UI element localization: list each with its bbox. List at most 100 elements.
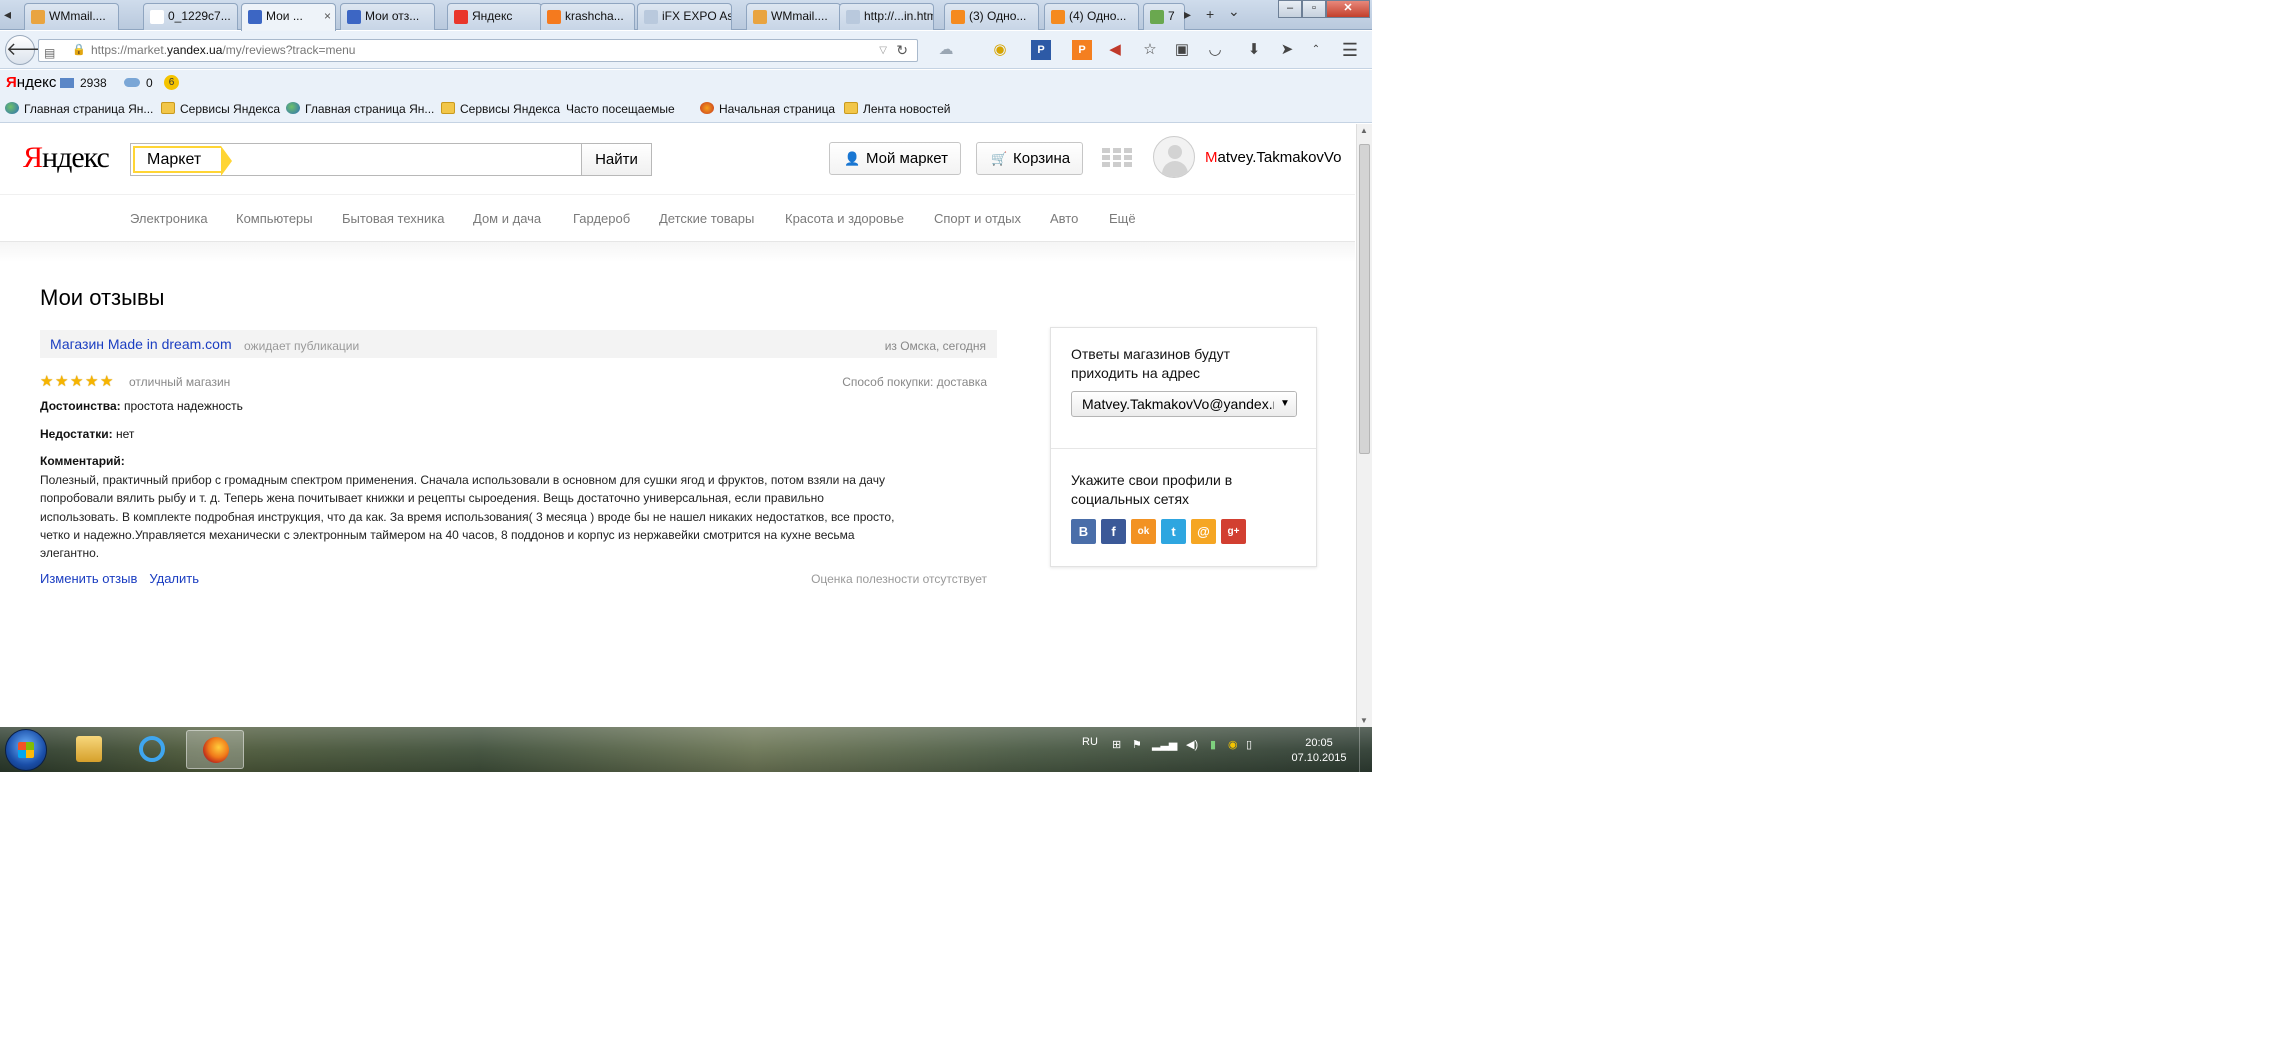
- category-link[interactable]: Дом и дача: [473, 211, 541, 226]
- twitter-icon[interactable]: t: [1161, 519, 1186, 544]
- bookmarks-menu-icon[interactable]: ▣: [1172, 40, 1192, 60]
- googleplus-icon[interactable]: g+: [1221, 519, 1246, 544]
- extension-p-icon[interactable]: P: [1031, 40, 1051, 60]
- mailru-icon[interactable]: @: [1191, 519, 1216, 544]
- tab-8[interactable]: http://...in.html: [839, 3, 934, 30]
- new-tab-button[interactable]: +: [1206, 6, 1214, 22]
- edit-review-link[interactable]: Изменить отзыв: [40, 571, 137, 586]
- page-info-icon[interactable]: ▤: [44, 43, 55, 64]
- page-scrollbar[interactable]: ▲ ▼: [1356, 124, 1372, 727]
- bookmark-star-icon[interactable]: ☆: [1140, 40, 1160, 60]
- scrollbar-thumb[interactable]: [1359, 144, 1370, 454]
- category-link[interactable]: Красота и здоровье: [785, 211, 904, 226]
- start-button[interactable]: [5, 729, 47, 771]
- tab-10[interactable]: (4) Одно...: [1044, 3, 1139, 30]
- folder-icon: [441, 102, 455, 114]
- page-viewport: Яндекс Маркет Найти 👤 Мой маркет 🛒 Корзина…: [0, 124, 1355, 727]
- tray-shield-icon[interactable]: ▮: [1210, 738, 1216, 751]
- cart-button[interactable]: 🛒 Корзина: [976, 142, 1084, 175]
- category-link[interactable]: Бытовая техника: [342, 211, 444, 226]
- taskbar-ie-button[interactable]: [123, 730, 181, 769]
- email-select[interactable]: Matvey.TakmakovVo@yandex.ru ▼: [1071, 391, 1297, 417]
- weather-icon[interactable]: ☁: [936, 40, 956, 60]
- tab-2[interactable]: Мои ... ×: [241, 3, 336, 31]
- category-link[interactable]: Детские товары: [659, 211, 754, 226]
- url-history-dropdown-icon[interactable]: ▽: [879, 40, 887, 61]
- bookmark-item[interactable]: Часто посещаемые: [566, 96, 675, 123]
- search-button[interactable]: Найти: [581, 143, 652, 176]
- bookmark-item[interactable]: Сервисы Яндекса: [441, 96, 560, 123]
- facebook-icon[interactable]: f: [1101, 519, 1126, 544]
- pocket-icon[interactable]: ◡: [1205, 40, 1225, 60]
- overflow-chevron-icon[interactable]: ⌃: [1306, 40, 1326, 60]
- tray-windows-icon[interactable]: ⊞: [1112, 738, 1121, 751]
- tab-11[interactable]: 7: [1143, 3, 1185, 30]
- username[interactable]: Matvey.TakmakovVo: [1205, 149, 1341, 166]
- mail-counter[interactable]: 2938: [60, 76, 107, 90]
- minimize-button[interactable]: –: [1278, 0, 1302, 18]
- extension-orange-icon[interactable]: P: [1072, 40, 1092, 60]
- bonus-badge[interactable]: 6: [164, 74, 179, 90]
- category-link[interactable]: Компьютеры: [236, 211, 313, 226]
- hamburger-menu-icon[interactable]: ☰: [1340, 40, 1360, 60]
- yandex-bar-icon[interactable]: ◉: [990, 40, 1010, 60]
- yandex-logo[interactable]: Яндекс: [23, 141, 110, 175]
- tabs-scroll-right-icon[interactable]: ▸: [1184, 6, 1191, 23]
- tray-yandex-icon[interactable]: ◉: [1228, 738, 1238, 751]
- delete-review-link[interactable]: Удалить: [149, 571, 199, 586]
- my-market-button[interactable]: 👤 Мой маркет: [829, 142, 961, 175]
- apps-grid-icon[interactable]: [1102, 148, 1132, 168]
- tab-4[interactable]: Яндекс: [447, 3, 542, 30]
- downloads-icon[interactable]: ⬇: [1244, 40, 1264, 60]
- tab-7[interactable]: WMmail....: [746, 3, 841, 30]
- close-tab-icon[interactable]: ×: [324, 4, 331, 29]
- tab-1[interactable]: 0_1229c7...: [143, 3, 238, 30]
- bookmark-item[interactable]: Начальная страница: [700, 96, 835, 123]
- header-shadow: [0, 242, 1355, 262]
- tab-5[interactable]: krashcha...: [540, 3, 635, 30]
- address-bar[interactable]: ▤ 🔒 https://market.yandex.ua/my/reviews?…: [38, 39, 918, 62]
- yandex-toolbar-logo[interactable]: Яндекс: [6, 74, 56, 91]
- tab-9[interactable]: (3) Одно...: [944, 3, 1039, 30]
- language-indicator[interactable]: RU: [1082, 736, 1098, 748]
- dropdown-arrow-icon: ▼: [1274, 392, 1296, 416]
- odnoklassniki-icon[interactable]: ok: [1131, 519, 1156, 544]
- taskbar-firefox-button[interactable]: [186, 730, 244, 769]
- tab-3[interactable]: Мои отз...: [340, 3, 435, 30]
- disk-counter[interactable]: 0: [124, 76, 153, 90]
- vkontakte-icon[interactable]: В: [1071, 519, 1096, 544]
- bookmark-item[interactable]: Главная страница Ян...: [5, 96, 153, 123]
- send-icon[interactable]: ➤: [1277, 40, 1297, 60]
- category-link[interactable]: Электроника: [130, 211, 208, 226]
- scroll-up-icon[interactable]: ▲: [1360, 126, 1368, 135]
- bookmark-item[interactable]: Лента новостей: [844, 96, 951, 123]
- category-link[interactable]: Спорт и отдых: [934, 211, 1021, 226]
- category-link[interactable]: Авто: [1050, 211, 1078, 226]
- category-link[interactable]: Гардероб: [573, 211, 630, 226]
- system-clock[interactable]: 20:05 07.10.2015: [1284, 736, 1354, 766]
- tray-volume-icon[interactable]: ◀): [1186, 738, 1198, 751]
- category-link[interactable]: Ещё: [1109, 211, 1136, 226]
- back-button[interactable]: 🡐: [5, 35, 54, 65]
- tabs-menu-icon[interactable]: ⌄: [1228, 3, 1240, 20]
- maximize-button[interactable]: ▫: [1302, 0, 1326, 18]
- taskbar-explorer-button[interactable]: [60, 730, 118, 769]
- show-desktop-button[interactable]: [1359, 727, 1372, 772]
- scroll-down-icon[interactable]: ▼: [1360, 716, 1368, 725]
- search-input[interactable]: Маркет: [130, 143, 582, 176]
- tray-flag-icon[interactable]: ⚑: [1132, 738, 1142, 751]
- tray-network-icon[interactable]: ▂▃▅: [1152, 738, 1177, 751]
- tray-battery-icon[interactable]: ▯: [1246, 738, 1252, 751]
- speaker-icon[interactable]: ◀: [1105, 40, 1125, 60]
- review-origin: из Омска, сегодня: [884, 339, 986, 353]
- tabs-scroll-left-icon[interactable]: ◂: [4, 6, 11, 23]
- avatar[interactable]: [1153, 136, 1195, 178]
- close-window-button[interactable]: ✕: [1326, 0, 1370, 18]
- reload-icon[interactable]: ↻: [896, 40, 908, 61]
- bookmark-item[interactable]: Сервисы Яндекса: [161, 96, 280, 123]
- cloud-icon: [124, 78, 140, 87]
- bookmark-item[interactable]: Главная страница Ян...: [286, 96, 434, 123]
- tab-0[interactable]: WMmail....: [24, 3, 119, 30]
- shop-link[interactable]: Магазин Made in dream.com: [50, 336, 232, 352]
- tab-6[interactable]: iFX EXPO Asia...: [637, 3, 732, 30]
